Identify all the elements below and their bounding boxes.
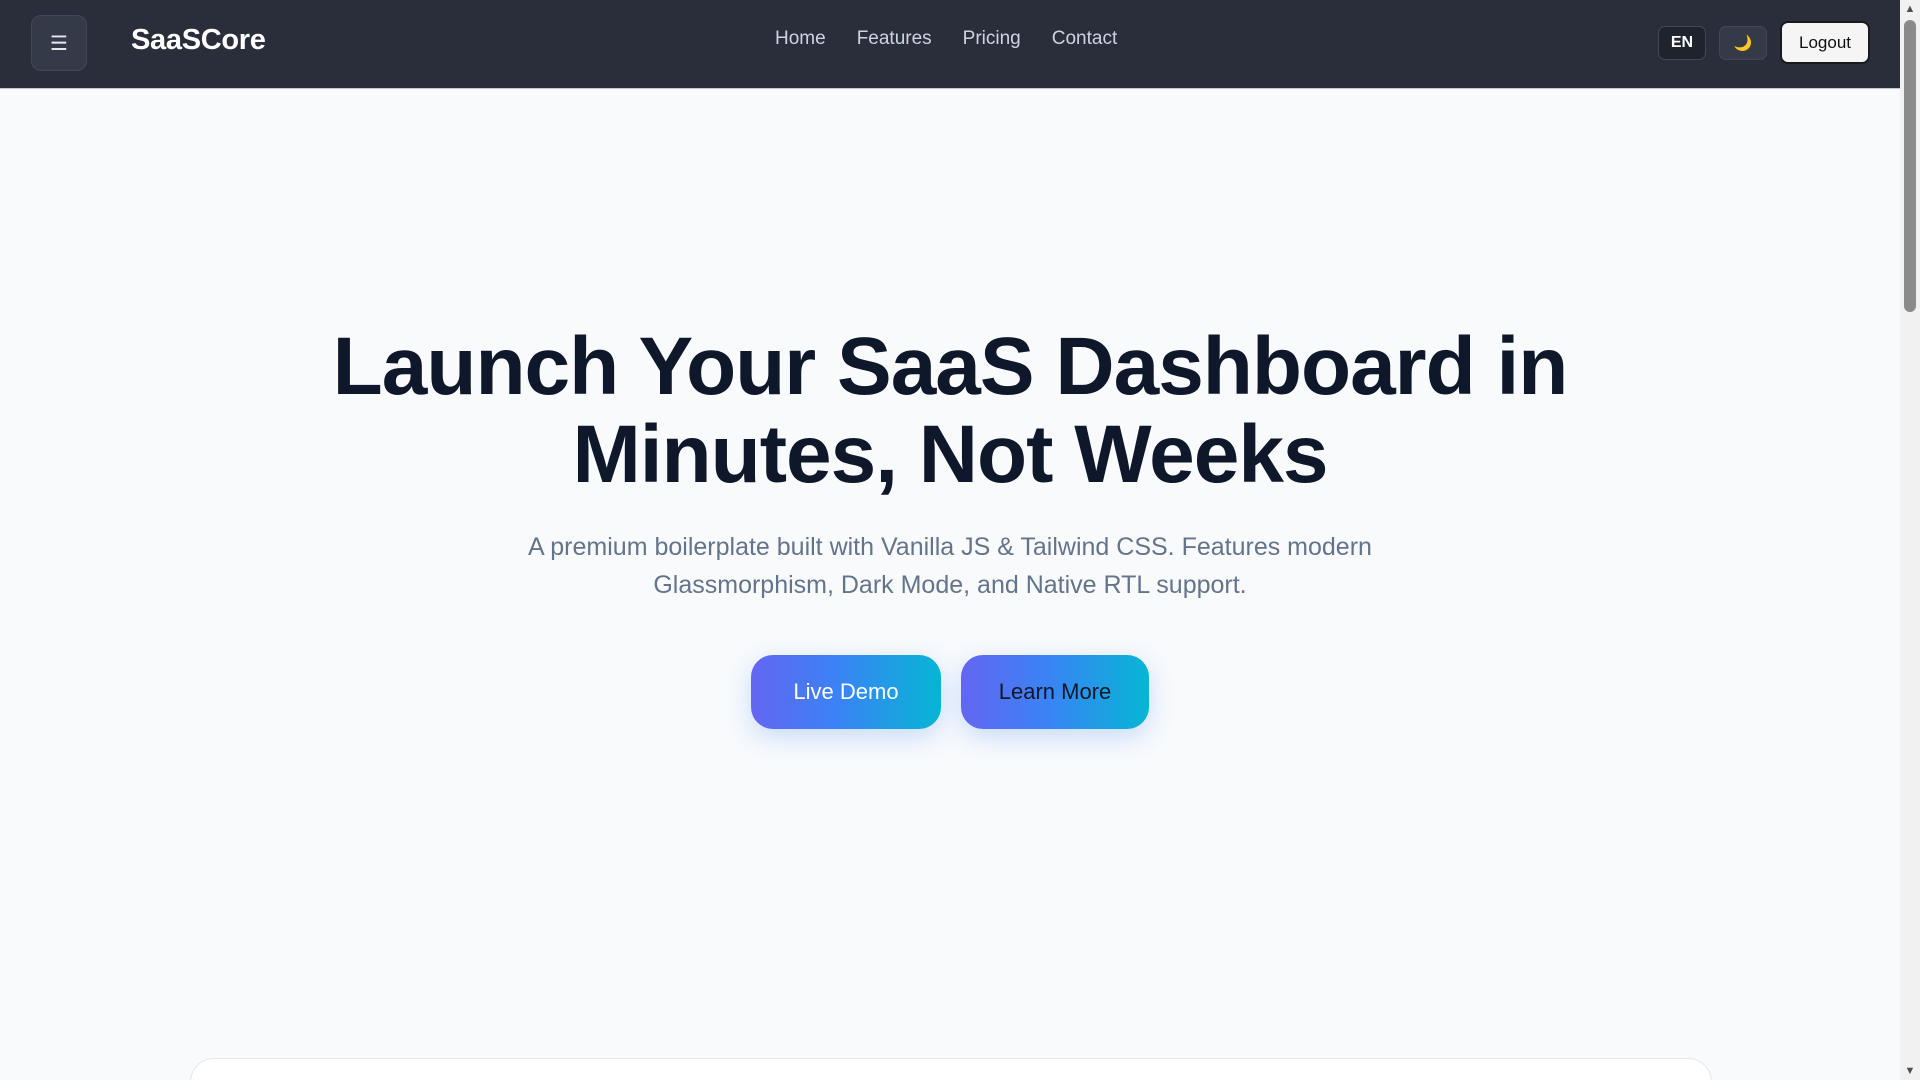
hero-subtitle: A premium boilerplate built with Vanilla… [500,528,1400,604]
hero-title: Launch Your SaaS Dashboard in Minutes, N… [0,323,1900,499]
language-button[interactable]: EN [1658,26,1706,60]
vertical-scrollbar[interactable]: ▲ ▼ [1900,0,1920,1080]
scrollbar-thumb[interactable] [1904,20,1916,312]
theme-toggle-button[interactable]: 🌙 [1719,26,1767,60]
hero-title-line-2: Minutes, Not Weeks [572,409,1328,500]
top-navbar: ☰ SaaSCore Home Features Pricing Contact… [0,0,1900,88]
nav-link-home[interactable]: Home [775,28,826,50]
hero-subtitle-line-2: Glassmorphism, Dark Mode, and Native RTL… [653,571,1247,599]
moon-icon: 🌙 [1733,35,1753,52]
content-card-preview [190,1058,1712,1080]
hamburger-menu-button[interactable]: ☰ [31,15,87,71]
hero-title-line-1: Launch Your SaaS Dashboard in [332,321,1569,412]
scroll-up-arrow-icon[interactable]: ▲ [1900,0,1920,18]
nav-link-contact[interactable]: Contact [1052,28,1117,50]
learn-more-button[interactable]: Learn More [961,655,1149,729]
nav-link-features[interactable]: Features [857,28,932,50]
scroll-down-arrow-icon[interactable]: ▼ [1900,1062,1920,1080]
nav-links: Home Features Pricing Contact [775,28,1117,50]
page-viewport: ☰ SaaSCore Home Features Pricing Contact… [0,0,1900,1080]
brand-logo[interactable]: SaaSCore [131,24,266,57]
logout-button[interactable]: Logout [1780,21,1870,64]
nav-link-pricing[interactable]: Pricing [963,28,1021,50]
live-demo-button[interactable]: Live Demo [751,655,941,729]
hero-subtitle-line-1: A premium boilerplate built with Vanilla… [528,533,1372,561]
menu-icon: ☰ [50,32,68,55]
